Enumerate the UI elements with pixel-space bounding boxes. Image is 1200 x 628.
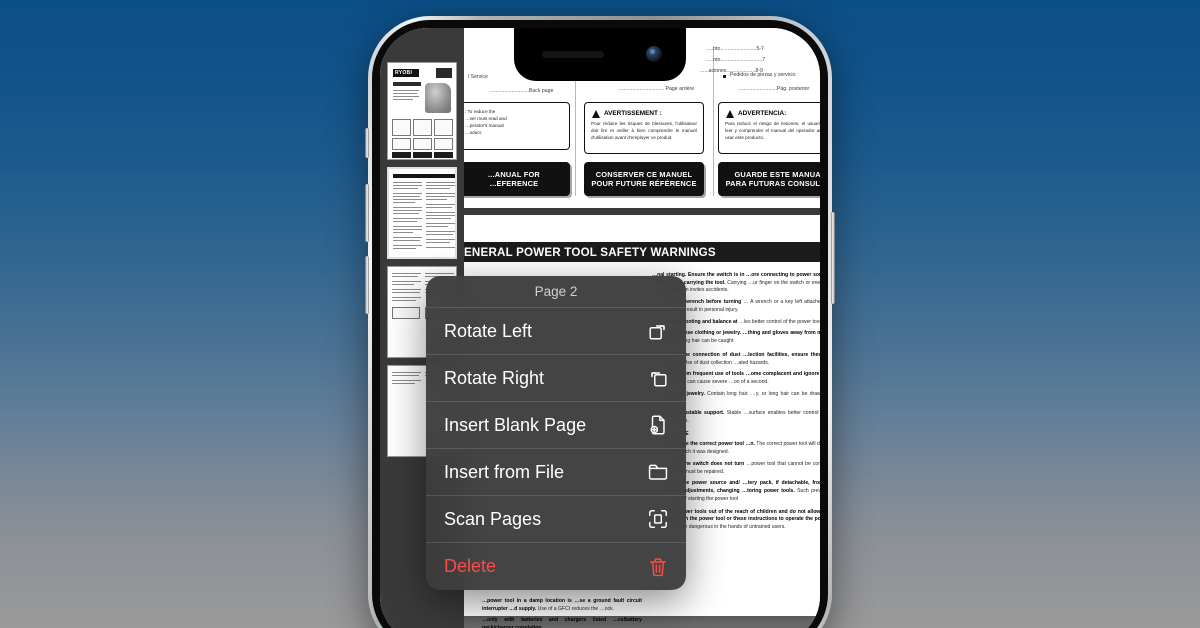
keep-manual-bar-en: ...ANUAL FOR ...EFERENCE <box>464 162 570 196</box>
power-button[interactable] <box>831 212 835 304</box>
section-title-bar: ENERAL POWER TOOL SAFETY WARNINGS <box>464 242 820 262</box>
iphone-device: l Service ...........................Bac… <box>365 16 835 628</box>
menu-item-label: Insert from File <box>444 461 565 482</box>
mute-switch[interactable] <box>365 128 369 158</box>
menu-item-insert-blank-page[interactable]: Insert Blank Page <box>426 402 686 449</box>
menu-item-scan-pages[interactable]: Scan Pages <box>426 496 686 543</box>
menu-item-label: Scan Pages <box>444 508 542 529</box>
volume-down-button[interactable] <box>365 256 369 314</box>
folder-icon <box>646 460 670 484</box>
trash-icon <box>646 555 670 579</box>
menu-item-rotate-right[interactable]: Rotate Right <box>426 355 686 402</box>
keep-manual-bar-es: GUARDE ESTE MANUALPARA FUTURAS CONSULTAS <box>718 162 820 196</box>
page-context-menu[interactable]: Page 2 Rotate Left Rotate Right Insert B… <box>426 276 686 590</box>
earpiece-speaker-icon <box>542 51 604 58</box>
warning-box-en: : To reduce the …ser must read and …perato… <box>464 102 570 150</box>
warning-box-es: ADVERTENCIA: Para reducir el riesgo de l… <box>718 102 820 154</box>
keep-manual-bar-fr: CONSERVER CE MANUEL POUR FUTURE RÉFÉRENCE <box>584 162 704 196</box>
menu-item-delete[interactable]: Delete <box>426 543 686 590</box>
device-screen: l Service ...........................Bac… <box>380 28 820 628</box>
document-plus-icon <box>646 413 670 437</box>
notch <box>514 28 686 81</box>
context-menu-title: Page 2 <box>426 276 686 308</box>
front-camera-icon <box>646 46 662 62</box>
menu-item-label: Insert Blank Page <box>444 414 587 435</box>
menu-item-insert-from-file[interactable]: Insert from File <box>426 449 686 496</box>
page-2-thumbnail[interactable] <box>387 167 457 259</box>
volume-up-button[interactable] <box>365 184 369 242</box>
rotate-left-icon <box>646 319 670 343</box>
menu-item-rotate-left[interactable]: Rotate Left <box>426 308 686 355</box>
menu-item-label: Rotate Left <box>444 320 533 341</box>
rotate-right-icon <box>646 366 670 390</box>
warning-box-fr: AVERTISSEMENT : Pour réduire les risques… <box>584 102 704 154</box>
body-text-bottom-left: …power tool in a damp location is …se a … <box>482 598 642 628</box>
scan-icon <box>646 507 670 531</box>
page-1-thumbnail[interactable] <box>387 62 457 160</box>
menu-item-label: Rotate Right <box>444 367 545 388</box>
menu-item-label: Delete <box>444 556 497 576</box>
